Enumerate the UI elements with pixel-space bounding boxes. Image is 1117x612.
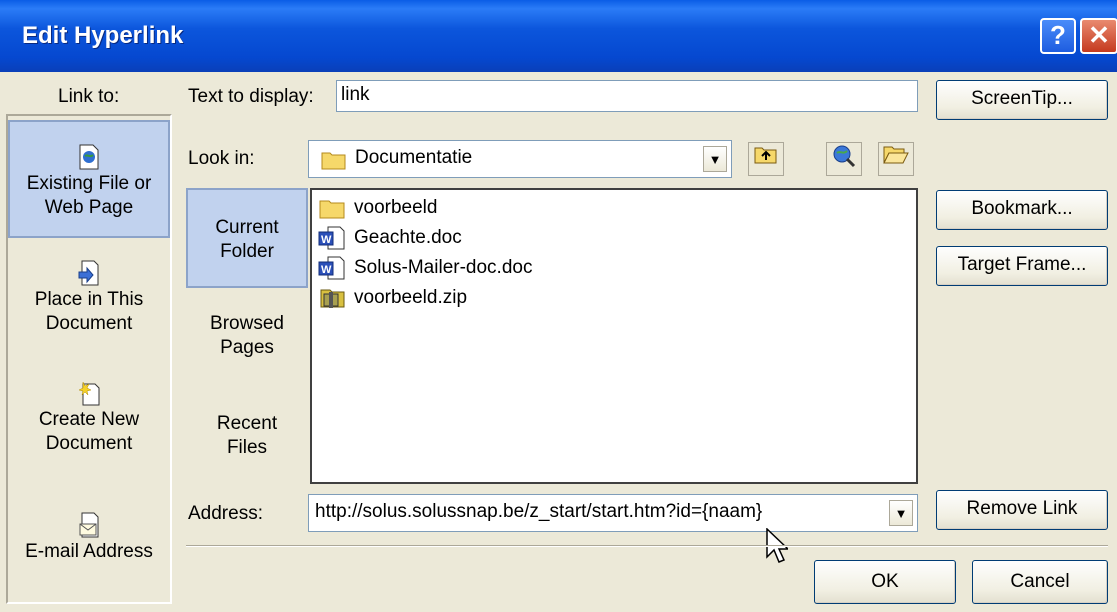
list-item[interactable]: W Solus-Mailer-doc.doc [318, 254, 532, 282]
link-to-email-address[interactable]: E-mail Address [8, 512, 170, 576]
link-to-place-label-2: Document [45, 313, 133, 334]
browse-web-icon [833, 145, 856, 168]
ok-button[interactable]: OK [814, 560, 956, 604]
separator [186, 545, 1108, 547]
file-list[interactable]: voorbeeld W Geachte.doc W Solus-Mailer-doc… [310, 188, 918, 484]
link-to-create-new-label-1: Create New [38, 409, 140, 430]
browse-web-button[interactable] [826, 142, 862, 176]
window-title: Edit Hyperlink [22, 22, 184, 49]
place-current-folder-label-1: Current [215, 217, 279, 238]
target-frame-button[interactable]: Target Frame... [936, 246, 1108, 286]
file-name: Geachte.doc [354, 227, 462, 248]
place-browsed-pages-label-1: Browsed [210, 313, 284, 334]
place-browsed-pages-label-2: Pages [220, 337, 274, 358]
file-name: voorbeeld [354, 197, 438, 218]
folder-icon [321, 152, 346, 170]
svg-text:W: W [321, 264, 332, 276]
address-label: Address: [188, 503, 263, 524]
up-folder-icon [754, 147, 777, 164]
web-page-file-icon [79, 144, 99, 170]
email-icon [79, 512, 99, 538]
link-to-email-label: E-mail Address [25, 541, 153, 562]
place-browsed-pages[interactable]: Browsed Pages [186, 312, 308, 372]
file-name: voorbeeld.zip [354, 287, 468, 308]
chevron-down-icon[interactable]: ▼ [703, 146, 727, 172]
word-document-icon: W [318, 256, 345, 280]
place-current-folder-label-2: Folder [220, 241, 274, 262]
list-item[interactable]: W Geachte.doc [318, 224, 462, 252]
place-current-folder[interactable]: Current Folder [186, 188, 308, 288]
look-in-label: Look in: [188, 148, 255, 169]
cancel-button[interactable]: Cancel [972, 560, 1108, 604]
link-to-create-new-label-2: Document [45, 433, 133, 454]
word-document-icon: W [318, 226, 345, 250]
text-to-display-input[interactable]: link [336, 80, 918, 112]
link-to-existing-file-label-1: Existing File or [26, 173, 152, 194]
link-to-existing-file-label-2: Web Page [44, 197, 134, 218]
address-combo[interactable]: http://solus.solussnap.be/z_start/start.… [308, 494, 918, 532]
list-item[interactable]: voorbeeld [318, 194, 437, 222]
place-recent-files-label-1: Recent [216, 413, 278, 434]
remove-link-button[interactable]: Remove Link [936, 490, 1108, 530]
place-recent-files[interactable]: Recent Files [186, 412, 308, 472]
svg-text:W: W [321, 234, 332, 246]
link-to-place-label-1: Place in This [34, 289, 144, 310]
place-in-document-icon [78, 260, 99, 286]
text-to-display-label: Text to display: [188, 86, 314, 107]
chevron-down-icon[interactable]: ▼ [889, 500, 913, 526]
open-folder-icon [883, 146, 909, 164]
help-button[interactable]: ? [1040, 18, 1076, 54]
look-in-dropdown[interactable]: Documentatie ▼ [308, 140, 732, 178]
address-input[interactable]: http://solus.solussnap.be/z_start/start.… [315, 501, 875, 523]
folder-icon [319, 200, 345, 219]
new-document-icon [78, 381, 100, 406]
file-name: Solus-Mailer-doc.doc [354, 257, 533, 278]
browse-file-button[interactable] [878, 142, 914, 176]
link-to-place-in-document[interactable]: Place in This Document [8, 260, 170, 350]
list-item[interactable]: voorbeeld.zip [318, 284, 467, 312]
link-to-existing-file[interactable]: Existing File or Web Page [8, 120, 170, 238]
look-in-value: Documentatie [355, 147, 473, 168]
zip-archive-icon [320, 289, 345, 308]
screentip-button[interactable]: ScreenTip... [936, 80, 1108, 120]
up-one-folder-button[interactable] [748, 142, 784, 176]
close-button[interactable]: ✕ [1080, 18, 1117, 54]
link-to-label: Link to: [58, 86, 120, 107]
link-to-create-new-document[interactable]: Create New Document [8, 380, 170, 470]
bookmark-button[interactable]: Bookmark... [936, 190, 1108, 230]
place-recent-files-label-2: Files [226, 437, 268, 458]
